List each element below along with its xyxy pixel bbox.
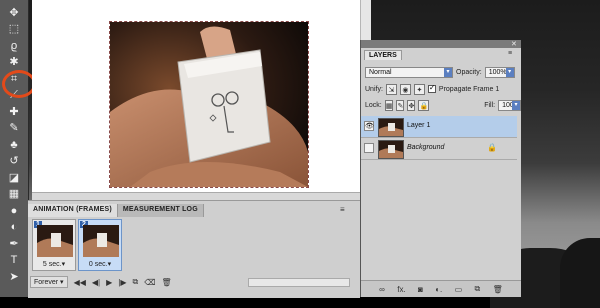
trash-icon[interactable]: 🗑: [493, 285, 503, 294]
layers-panel: ✕ LAYERS ≡ Normal ▾ Opacity: 100% ▾ Unif…: [360, 40, 521, 297]
animation-frame[interactable]: 1 5 sec.▾: [32, 219, 76, 271]
chevron-down-icon: ▾: [505, 67, 514, 77]
frame-delay[interactable]: 0 sec.▾: [79, 260, 121, 268]
adjustment-layer-icon[interactable]: ◐.: [435, 285, 442, 294]
canvas-photo: [109, 21, 309, 188]
lock-label: Lock:: [365, 101, 382, 109]
blend-mode-select[interactable]: Normal ▾: [365, 66, 453, 78]
tween-icon[interactable]: ⧉: [133, 277, 139, 287]
blur-tool-icon[interactable]: ●: [4, 202, 24, 220]
lock-pixels-icon[interactable]: ✎: [396, 99, 405, 111]
lock-icon: 🔒: [487, 143, 497, 152]
eraser-tool-icon[interactable]: ◪: [4, 169, 24, 187]
layer-row[interactable]: 👁 Layer 1: [361, 116, 517, 138]
animation-scrollbar[interactable]: [248, 278, 350, 287]
unify-row: Unify: ⇲ ◉ ✦ Propagate Frame 1: [361, 81, 521, 97]
fill-label: Fill:: [484, 101, 496, 109]
blend-row: Normal ▾ Opacity: 100% ▾: [361, 64, 521, 80]
layer-name[interactable]: Layer 1: [407, 122, 430, 129]
layer-thumbnail: [378, 118, 404, 137]
visibility-toggle[interactable]: [364, 143, 374, 153]
dodge-tool-icon[interactable]: ◐: [4, 219, 24, 237]
unify-style-icon[interactable]: ✦: [413, 83, 425, 95]
loop-select[interactable]: Forever ▾: [30, 276, 68, 288]
animation-panel: ANIMATION (FRAMES) MEASUREMENT LOG ≡ 1 5…: [28, 200, 360, 298]
magic-wand-tool-icon[interactable]: ✱: [4, 54, 24, 72]
pen-tool-icon[interactable]: ✒: [4, 235, 24, 253]
path-selection-tool-icon[interactable]: ➤: [4, 268, 24, 286]
duplicate-frame-icon[interactable]: ⌫: [144, 278, 155, 287]
layer-thumbnail: [378, 140, 404, 159]
animation-frame[interactable]: 2 0 sec.▾: [78, 219, 122, 271]
previous-frame-icon[interactable]: ◀|: [92, 278, 100, 287]
move-tool-icon[interactable]: ✥: [4, 4, 24, 22]
tab-measurement-log[interactable]: MEASUREMENT LOG: [117, 204, 204, 217]
clone-stamp-tool-icon[interactable]: ♣: [4, 136, 24, 154]
play-icon[interactable]: ▶: [106, 278, 112, 287]
marquee-tool-icon[interactable]: ⬚: [4, 21, 24, 39]
first-frame-icon[interactable]: ◀◀: [74, 278, 86, 287]
unify-visibility-icon[interactable]: ◉: [399, 83, 411, 95]
toolbox: ✥ ⬚ ϱ ✱ ⌗ ⟋ ✚ ✎ ♣ ↺ ◪ ▦ ● ◐ ✒ T ➤: [0, 0, 29, 297]
opacity-value: 100%: [488, 68, 507, 76]
panel-titlebar[interactable]: [361, 40, 521, 48]
panel-menu-icon[interactable]: ≡: [508, 50, 512, 57]
type-tool-icon[interactable]: T: [4, 252, 24, 270]
tab-layers[interactable]: LAYERS: [364, 50, 402, 60]
opacity-input[interactable]: 100% ▾: [484, 66, 515, 78]
fx-icon[interactable]: fx.: [397, 285, 405, 294]
desktop-hill: [560, 238, 600, 308]
new-group-icon[interactable]: ▭: [455, 285, 463, 294]
propagate-label: Propagate Frame 1: [438, 85, 500, 93]
trash-icon[interactable]: 🗑: [162, 278, 172, 287]
unify-label: Unify:: [365, 85, 383, 93]
lock-position-icon[interactable]: ✥: [407, 99, 416, 111]
healing-brush-tool-icon[interactable]: ✚: [4, 103, 24, 121]
propagate-checkbox[interactable]: [427, 83, 436, 93]
layers-footer: ∞ fx. ◙ ◐. ▭ ⧉ 🗑: [361, 280, 521, 297]
lasso-tool-icon[interactable]: ϱ: [4, 37, 24, 55]
gradient-tool-icon[interactable]: ▦: [4, 186, 24, 204]
layer-row[interactable]: Background 🔒: [361, 138, 517, 160]
next-frame-icon[interactable]: |▶: [118, 278, 126, 287]
eye-icon[interactable]: 👁: [364, 121, 374, 131]
close-icon[interactable]: ✕: [511, 40, 517, 48]
lock-row: Lock: ▦ ✎ ✥ 🔒 Fill: 100% ▾: [361, 97, 521, 113]
frame-delay[interactable]: 5 sec.▾: [33, 260, 75, 268]
panel-menu-icon[interactable]: ≡: [340, 205, 345, 214]
fill-input[interactable]: 100% ▾: [498, 99, 521, 111]
lock-all-icon[interactable]: 🔒: [418, 99, 430, 111]
tab-animation-frames[interactable]: ANIMATION (FRAMES): [28, 204, 118, 217]
unify-position-icon[interactable]: ⇲: [385, 83, 397, 95]
chevron-down-icon: ▾: [444, 67, 452, 77]
lock-transparency-icon[interactable]: ▦: [384, 99, 394, 111]
frame-thumbnail: [83, 225, 119, 257]
frame-thumbnail: [37, 225, 73, 257]
chevron-down-icon: ▾: [512, 100, 520, 110]
brush-tool-icon[interactable]: ✎: [4, 120, 24, 138]
opacity-label: Opacity:: [456, 68, 482, 76]
history-brush-tool-icon[interactable]: ↺: [4, 153, 24, 171]
blend-mode-value: Normal: [369, 68, 392, 76]
tool-highlight-circle: [2, 70, 36, 98]
new-layer-icon[interactable]: ⧉: [475, 284, 481, 294]
layer-name[interactable]: Background: [407, 144, 444, 151]
link-layers-icon[interactable]: ∞: [379, 285, 385, 294]
animation-tabs: ANIMATION (FRAMES) MEASUREMENT LOG: [28, 204, 204, 217]
layer-mask-icon[interactable]: ◙: [418, 285, 423, 294]
